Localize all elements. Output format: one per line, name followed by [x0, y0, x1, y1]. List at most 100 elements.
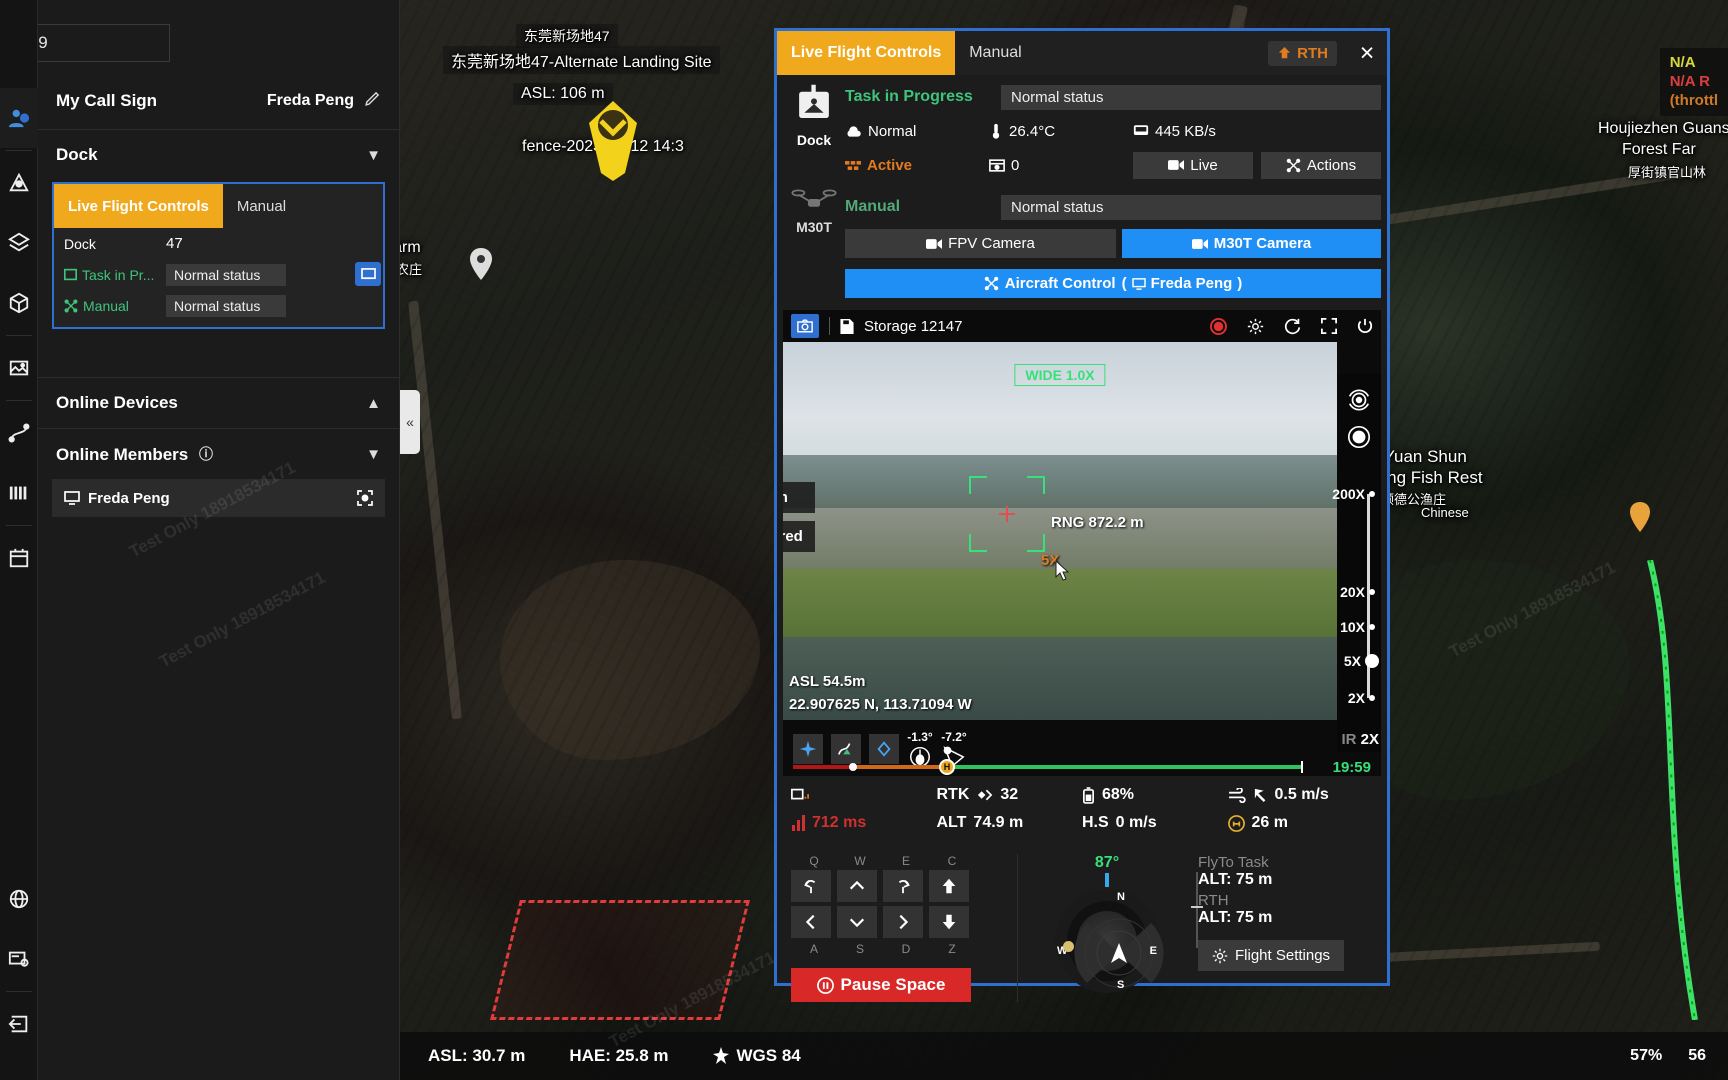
telemetry-latency: 712 ms: [791, 814, 937, 832]
compass-widget[interactable]: 87° N E S W: [1032, 854, 1182, 1002]
info-icon[interactable]: ⓘ: [199, 444, 213, 464]
infrared-mode-button[interactable]: Infrared: [783, 521, 815, 552]
telemetry-signal: [791, 786, 937, 804]
compass-dial[interactable]: N E S W: [1055, 889, 1159, 993]
key-left[interactable]: [791, 906, 831, 938]
power-icon[interactable]: [1357, 318, 1373, 334]
rail-calendar-icon[interactable]: [0, 528, 38, 588]
online-members-header[interactable]: Online Members ⓘ ▼: [38, 429, 399, 479]
panel-collapse-toggle[interactable]: «: [400, 390, 420, 454]
video-icon: [926, 238, 942, 250]
map-pin-farm[interactable]: [470, 248, 492, 280]
map-label: Forest Far: [1622, 141, 1696, 159]
online-devices-header[interactable]: Online Devices ▲: [38, 378, 399, 428]
dock-tab-manual[interactable]: Manual: [223, 184, 300, 228]
zoom-mode-button[interactable]: Zoom: [783, 482, 815, 513]
key-descend[interactable]: [929, 906, 969, 938]
dock-live-view-button[interactable]: [355, 262, 381, 286]
chevron-down-icon[interactable]: ▼: [366, 446, 381, 463]
chevron-down-icon[interactable]: ▼: [366, 147, 381, 164]
key-forward[interactable]: [837, 870, 877, 902]
aircraft-control-button[interactable]: Aircraft Control ( Freda Peng ): [845, 269, 1381, 298]
call-sign-value: Freda Peng: [267, 92, 354, 110]
refresh-icon[interactable]: [1284, 318, 1301, 335]
key-yaw-right[interactable]: [883, 870, 923, 902]
task-in-progress-label: Task in Progress: [845, 88, 993, 106]
telemetry-altitude: ALT74.9 m: [937, 814, 1083, 832]
actions-icon: [1286, 158, 1301, 173]
key-backward[interactable]: [837, 906, 877, 938]
rth-button[interactable]: RTH: [1268, 41, 1337, 66]
record-button[interactable]: [1210, 318, 1227, 335]
gimbal-center-icon[interactable]: [1346, 424, 1372, 455]
map-pin-restaurant[interactable]: [1630, 502, 1650, 532]
target-reticle: [969, 476, 1045, 552]
live-button[interactable]: Live: [1133, 152, 1253, 179]
rail-columns-icon[interactable]: [0, 463, 38, 523]
telemetry-battery: 68%: [1082, 786, 1228, 804]
tab-manual[interactable]: Manual: [955, 31, 1035, 75]
key-yaw-left[interactable]: [791, 870, 831, 902]
flight-settings-button[interactable]: Flight Settings: [1198, 940, 1344, 971]
device-m30t[interactable]: M30T: [791, 186, 837, 235]
chevron-up-icon[interactable]: ▲: [366, 395, 381, 412]
edit-pencil-icon[interactable]: [364, 90, 381, 112]
wide-zoom-badge: WIDE 1.0X: [1014, 364, 1105, 386]
status-area: Dock M30T Task in Progress Normal status: [777, 75, 1387, 304]
rail-home-marker-icon[interactable]: [0, 153, 38, 213]
altitude-slider[interactable]: [1196, 872, 1198, 948]
rail-cube-3d-icon[interactable]: [0, 273, 38, 333]
online-member-item[interactable]: Freda Peng: [52, 479, 385, 517]
geofence-polygon: [490, 900, 750, 1020]
fpv-camera-button[interactable]: FPV Camera: [845, 229, 1116, 258]
fullscreen-icon[interactable]: [1321, 318, 1337, 334]
close-icon[interactable]: ×: [1347, 31, 1387, 75]
rail-logout-icon[interactable]: [0, 994, 38, 1054]
map-label: 厚街镇官山林: [1628, 162, 1706, 181]
flyto-task-alt: ALT: 75 m: [1198, 871, 1373, 889]
zoom-step-200x[interactable]: 200X: [1332, 486, 1375, 502]
device-dock[interactable]: Dock: [793, 83, 835, 148]
zoom-step-20x[interactable]: 20X: [1340, 584, 1375, 600]
zoom-step-5x[interactable]: 5X: [1344, 653, 1379, 669]
tab-live-flight-controls[interactable]: Live Flight Controls: [777, 31, 955, 75]
gimbal-reset-icon[interactable]: [1346, 387, 1372, 418]
timeline-knob[interactable]: H: [939, 759, 955, 775]
datum-icon: [713, 1047, 729, 1065]
camera-video-feed[interactable]: WIDE 1.0X RNG 872.2 m 5X Zoom Infrared: [783, 342, 1337, 720]
video-hills: [783, 455, 1337, 515]
dock-row-value: 47: [166, 235, 183, 252]
key-right[interactable]: [883, 906, 923, 938]
rail-route-icon[interactable]: [0, 403, 38, 463]
key-ascend[interactable]: [929, 870, 969, 902]
zoom-step-2x[interactable]: 2X: [1348, 690, 1375, 706]
pause-button[interactable]: Pause Space: [791, 968, 971, 1002]
dock-tab-live-flight-controls[interactable]: Live Flight Controls: [54, 184, 223, 228]
online-devices-title: Online Devices: [56, 393, 366, 413]
key-label-d: D: [883, 942, 929, 958]
zoom-ladder[interactable]: 200X 20X 10X 5X 2X: [1337, 480, 1381, 752]
zoom-step-10x[interactable]: 10X: [1340, 619, 1375, 635]
rail-report-icon[interactable]: [0, 929, 38, 989]
dock-row-manual: Manual Normal status: [54, 290, 383, 321]
media-icon: [989, 158, 1005, 173]
camera-select-row: FPV Camera M30T Camera: [845, 229, 1381, 258]
gimbal-timeline-slider[interactable]: H 19:59: [793, 760, 1371, 774]
dock-card-rows: Dock 47 Task in Pr... Normal status Manu…: [54, 228, 383, 327]
landing-site-marker[interactable]: [585, 95, 641, 181]
aircraft-control-row: Aircraft Control ( Freda Peng ): [845, 269, 1381, 298]
dock-section-header[interactable]: Dock ▼: [38, 130, 399, 180]
rail-layers-icon[interactable]: [0, 213, 38, 273]
key-label-c: C: [929, 854, 975, 870]
dock-metrics-row-1: Normal 26.4°C 445 KB/s: [845, 117, 1381, 145]
member-name: Freda Peng: [88, 490, 170, 507]
rail-globe-icon[interactable]: [0, 869, 38, 929]
key-label-s: S: [837, 942, 883, 958]
rail-media-library-icon[interactable]: [0, 338, 38, 398]
m30t-camera-button[interactable]: M30T Camera: [1122, 229, 1381, 258]
gear-icon[interactable]: [1247, 318, 1264, 335]
actions-button[interactable]: Actions: [1261, 152, 1381, 179]
capture-photo-button[interactable]: [791, 314, 819, 338]
rail-user-profile-icon[interactable]: [0, 88, 38, 148]
locate-member-icon[interactable]: [357, 490, 373, 506]
